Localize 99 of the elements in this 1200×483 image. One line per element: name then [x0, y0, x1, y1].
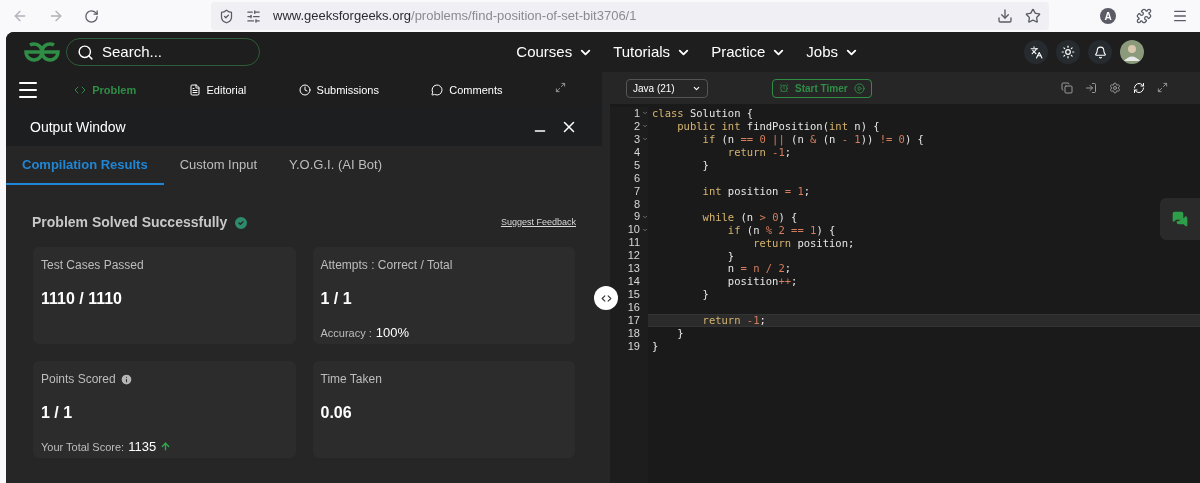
code-line: return position; [752, 237, 855, 249]
sun-icon [1061, 45, 1075, 59]
stat-label: Time Taken [320, 371, 382, 388]
stat-label: Points Scored [41, 371, 116, 388]
window-title: Output Window [30, 117, 126, 137]
document-icon [188, 84, 201, 96]
code-line: if (n == 0 || (n & (n - 1)) != 0) { [701, 134, 924, 145]
line-number: 15 [627, 289, 640, 301]
url-text: www.geeksforgeeks.org/problems/find-position-of-set-bit3706/1 [273, 7, 637, 26]
line-number: 7 [633, 185, 640, 197]
problem-tab[interactable]: Submissions [298, 81, 379, 99]
alarm-clock-icon [779, 83, 789, 93]
import-icon[interactable] [1085, 82, 1097, 94]
code-line: } [701, 289, 709, 300]
code-line: } [652, 341, 659, 352]
code-line: } [726, 250, 735, 262]
search-icon [77, 43, 94, 61]
stat-label: Test Cases Passed [41, 257, 144, 274]
bell-icon [1093, 45, 1107, 59]
problem-tab[interactable]: Problem [74, 81, 137, 99]
fullscreen-icon[interactable] [554, 81, 566, 93]
code-line: } [701, 159, 709, 171]
line-number: 8 [633, 198, 640, 210]
nav-menu[interactable]: Practice [711, 40, 787, 64]
theme-button[interactable] [1056, 40, 1080, 64]
download-icon[interactable] [997, 8, 1013, 24]
check-circle-icon [233, 214, 250, 231]
stat-sub-label: Your Total Score: [41, 439, 125, 455]
browser-menu-icon[interactable] [1172, 8, 1188, 24]
code-line: class Solution { [652, 108, 754, 119]
code-line: } [676, 328, 684, 339]
stat-value: 1 / 1 [320, 289, 353, 309]
stat-sub-value: 100% [375, 324, 410, 342]
reset-icon[interactable] [1133, 82, 1145, 94]
speech-bubble-icon [431, 84, 444, 96]
address-bar[interactable]: www.geeksforgeeks.org/problems/find-position-of-set-bit3706/1 [211, 2, 1049, 30]
line-number: 13 [627, 263, 640, 275]
line-number: 16 [627, 302, 640, 314]
stat-value: 1 / 1 [41, 403, 74, 423]
play-icon [853, 82, 865, 94]
nav-menu[interactable]: Jobs [806, 40, 859, 64]
notifications-button[interactable] [1088, 40, 1112, 64]
translate-icon [1029, 45, 1043, 59]
problem-tab[interactable]: Comments [431, 81, 503, 99]
line-number: 11 [628, 237, 640, 249]
copy-icon[interactable] [1061, 82, 1073, 94]
info-icon[interactable] [119, 372, 133, 386]
settings-icon[interactable] [1109, 82, 1121, 94]
code-line: if (n % 2 == 1) { [726, 224, 836, 236]
output-tab[interactable]: Compilation Results [6, 146, 164, 185]
bookmark-star-icon[interactable] [1025, 8, 1041, 24]
reload-icon[interactable] [84, 8, 99, 24]
line-number: 6 [633, 172, 640, 184]
output-tab[interactable]: Custom Input [163, 146, 273, 185]
shield-icon [219, 8, 234, 24]
code-line: position++; [726, 276, 798, 287]
stat-value: 0.06 [320, 403, 353, 423]
line-number: 9 [633, 211, 640, 223]
line-number: 10 [627, 224, 640, 236]
code-line: return -1; [701, 315, 766, 326]
status-heading: Problem Solved Successfully [32, 213, 228, 232]
code-icon [74, 84, 87, 96]
chat-button[interactable] [1160, 198, 1200, 240]
line-number: 18 [627, 327, 640, 339]
line-number: 14 [627, 276, 640, 288]
stat-value: 1110 / 1110 [41, 289, 123, 309]
line-number: 3 [633, 133, 640, 145]
code-line: int position = 1; [701, 185, 811, 197]
line-number: 12 [627, 250, 640, 262]
nav-menu[interactable]: Courses [516, 40, 594, 64]
extensions-icon[interactable] [1136, 8, 1152, 24]
line-number: 17 [627, 314, 640, 326]
output-tab[interactable]: Y.O.G.I. (AI Bot) [273, 146, 398, 185]
start-timer-button[interactable]: Start Timer [772, 78, 872, 98]
stat-label: Attempts : Correct / Total [320, 257, 453, 274]
line-number: 1 [633, 107, 640, 119]
line-number: 5 [633, 159, 640, 171]
code-line: public int findPosition(int n) { [676, 121, 880, 132]
arrow-up-icon [160, 441, 172, 453]
nav-menu[interactable]: Tutorials [613, 40, 692, 64]
clock-icon [298, 84, 311, 96]
line-number: 2 [633, 120, 640, 132]
fullscreen-icon[interactable] [1157, 82, 1168, 93]
problem-tab[interactable]: Editorial [188, 81, 247, 99]
stat-sub-value: 1135 [128, 438, 157, 456]
language-select[interactable]: Java (21) [626, 78, 708, 98]
logo-icon[interactable] [22, 41, 62, 63]
code-line: return -1; [726, 147, 792, 158]
user-avatar[interactable] [1120, 40, 1144, 64]
stat-sub-label: Accuracy : [320, 325, 372, 341]
line-number: 4 [633, 146, 640, 158]
code-line: while (n > 0) { [701, 211, 798, 223]
suggest-feedback-link[interactable]: Suggest Feedback [500, 215, 576, 230]
permissions-icon[interactable] [246, 8, 261, 24]
chat-bubbles-icon [1172, 211, 1188, 227]
translate-button[interactable] [1024, 40, 1048, 64]
code-line: n = n / 2; [726, 263, 792, 274]
profile-avatar[interactable]: A [1100, 8, 1116, 24]
line-number: 19 [627, 340, 640, 352]
